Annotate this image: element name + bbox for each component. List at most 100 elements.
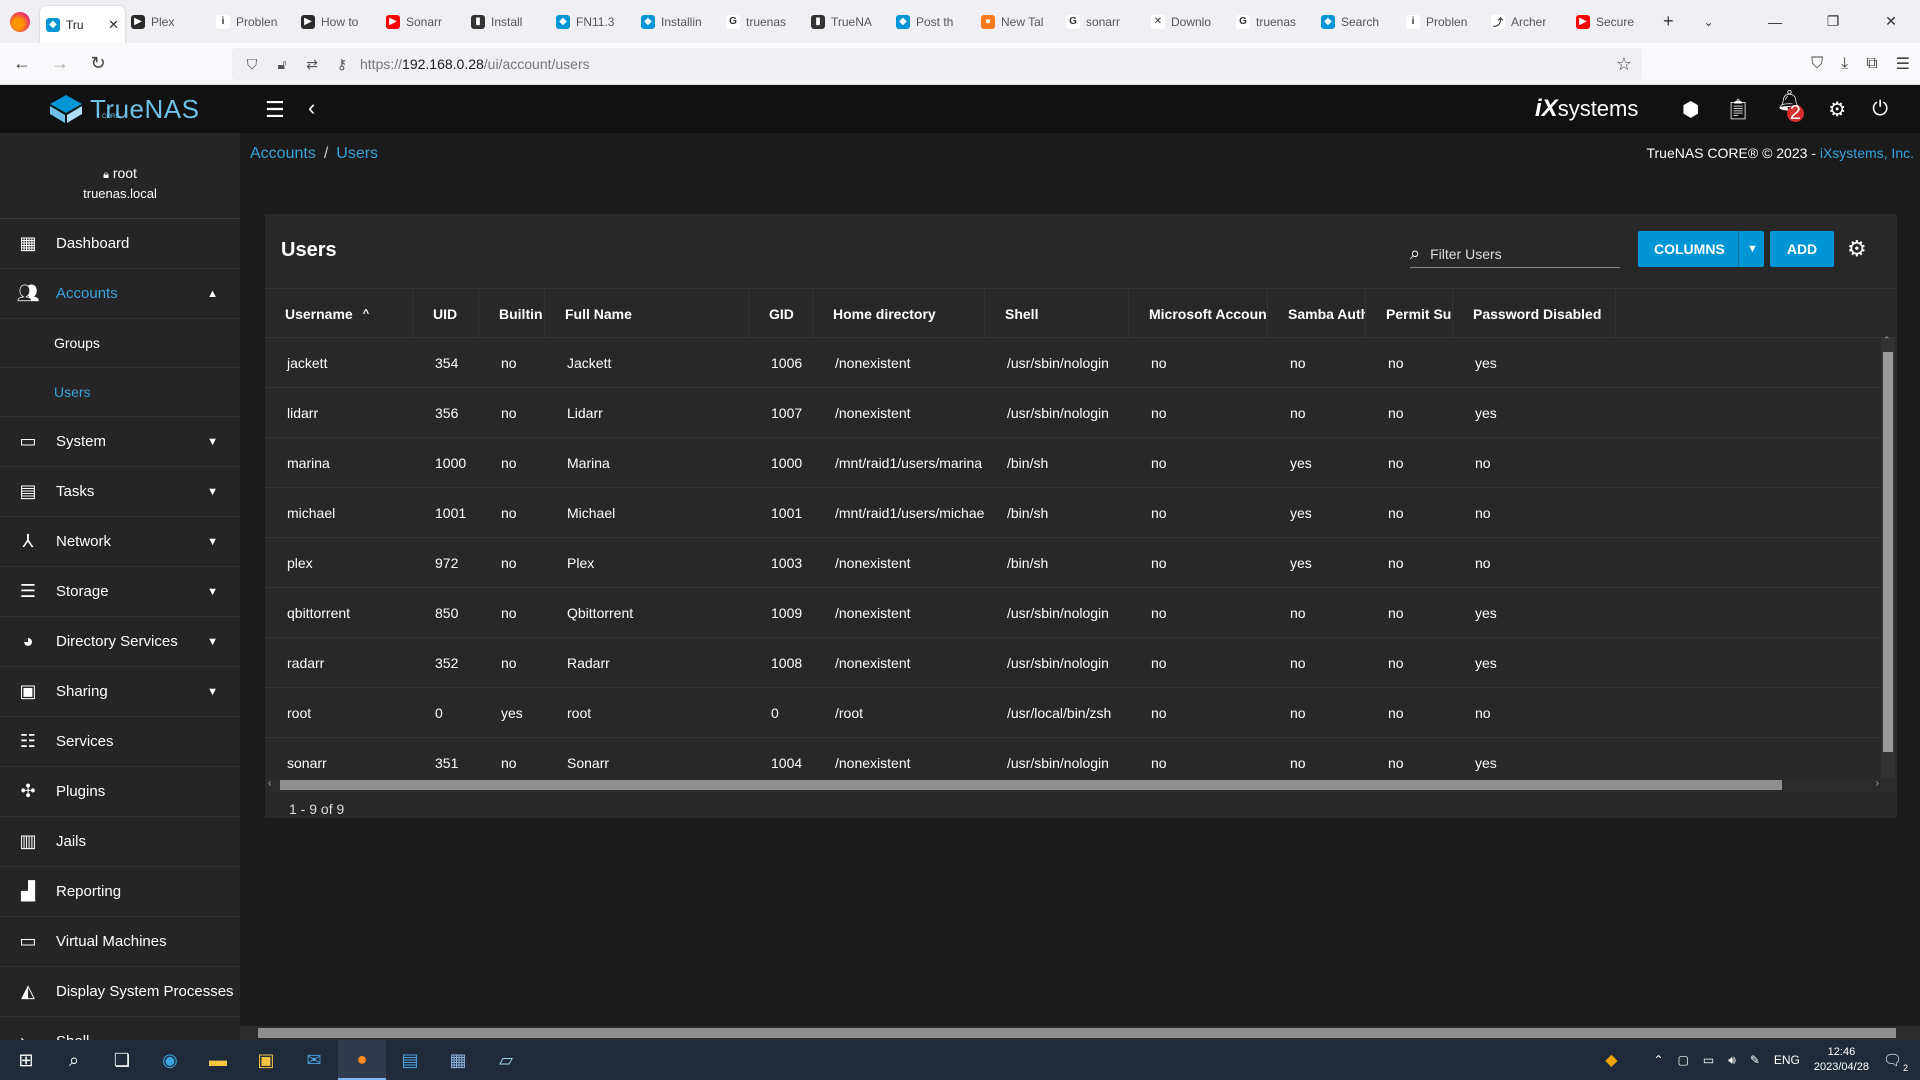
sidebar-item-services[interactable]: ☷ Services [0,717,240,767]
sidebar-item-system[interactable]: ▭ System ▼ [0,417,240,467]
network-tray-icon[interactable]: ▭ [1703,1053,1714,1067]
caret-down-icon[interactable]: ▼ [207,636,218,648]
sidebar-item-sharing[interactable]: ▣ Sharing ▼ [0,667,240,717]
browser-tab[interactable]: ◆ Tru ✕ [40,6,125,43]
file-explorer-icon[interactable]: ▬ [194,1040,242,1080]
vertical-scroll-thumb[interactable] [1883,352,1893,752]
forward-nav-icon[interactable]: → [44,48,76,80]
copyright-link[interactable]: iXsystems, Inc. [1820,145,1914,161]
browser-tab[interactable]: ▶ How to [295,0,380,43]
truecommand-icon[interactable]: ⬢ [1682,97,1699,122]
scroll-up-icon[interactable]: ⌃ [1883,335,1891,346]
browser-tab[interactable]: ▮ TrueNA [805,0,890,43]
pen-icon[interactable]: ✎ [1750,1053,1760,1067]
sidebar-item-plugins[interactable]: ✣ Plugins [0,767,240,817]
sidebar-item-reporting[interactable]: ▟ Reporting [0,867,240,917]
column-header[interactable]: Builtin [479,289,545,339]
sidebar-item-tasks[interactable]: ▤ Tasks ▼ [0,467,240,517]
volume-icon[interactable]: 🔊︎ [1728,1053,1736,1068]
column-header[interactable]: UID [413,289,479,339]
browser-tab[interactable]: ⤴ Archer [1485,0,1570,43]
new-tab-icon[interactable]: + [1663,11,1674,32]
table-row[interactable]: lidarr 356 no Lidarr 1007/nonexistent/usr/sb… [265,388,1885,438]
extensions-icon[interactable]: ⧉ [1866,55,1877,73]
column-header[interactable]: Samba Authent [1268,289,1366,339]
downloads-icon[interactable]: ⤓ [1841,55,1848,73]
url-bar[interactable]: ⛉ 🔓︎ ⇄ ⚷ https://192.168.0.28/ui/account… [232,48,1642,80]
column-header[interactable]: Microsoft Account [1129,289,1268,339]
app-taskbar-icon[interactable]: ▤ [386,1040,434,1080]
table-row[interactable]: root 0 yes root 0/root/usr/local/bin/zsh no no… [265,688,1885,738]
browser-tab[interactable]: Gtruenas [720,0,805,43]
browser-tab[interactable]: ◆ Search [1315,0,1400,43]
notifications-icon[interactable]: 🔔︎ 2 [1777,88,1804,130]
app-menu-icon[interactable]: ☰ [1896,54,1910,74]
page-scroll-thumb[interactable] [258,1028,1896,1038]
browser-tab[interactable]: ▶ Plex [125,0,210,43]
browser-tab[interactable]: ● New Tal [975,0,1060,43]
windows-start-icon[interactable]: ⊞ [2,1040,50,1080]
restore-icon[interactable]: ❐ [1804,0,1862,43]
browser-tab[interactable]: ▶ Sonarr [380,0,465,43]
column-header[interactable]: GID [749,289,813,339]
caret-down-icon[interactable]: ▼ [207,586,218,598]
lock-insecure-icon[interactable]: 🔓︎ [272,56,292,73]
browser-tab[interactable]: ✕ Downlo [1145,0,1230,43]
security-warning-icon[interactable]: ◆ [1605,1050,1617,1070]
column-header[interactable]: Home directory [813,289,985,339]
breadcrumb-users[interactable]: Users [336,145,378,162]
table-row[interactable]: michael 1001 no Michael 1001/mnt/raid1/users… [265,488,1885,538]
back-nav-icon[interactable]: ← [6,48,38,80]
sidebar-subitem-users[interactable]: Users [0,368,240,417]
columns-dropdown-icon[interactable]: ▼ [1738,231,1758,267]
truenas-logo[interactable]: TrueNAS [48,93,199,125]
menu-toggle-icon[interactable]: ☰ [265,97,285,123]
column-header[interactable]: Password Disabled [1453,289,1616,339]
column-header[interactable]: Full Name [545,289,749,339]
language-indicator[interactable]: ENG [1774,1053,1800,1067]
scroll-right-icon[interactable]: › [1876,778,1879,789]
tray-chevron-icon[interactable]: ⌃ [1654,1053,1664,1067]
sidebar-item-storage[interactable]: ☰ Storage ▼ [0,567,240,617]
caret-down-icon[interactable]: ▼ [207,686,218,698]
firefox-taskbar-icon[interactable]: ● [338,1040,386,1080]
power-icon[interactable]: ⏻ [1872,98,1888,121]
column-header[interactable]: Username ^ [265,289,413,339]
caret-down-icon[interactable]: ▼ [207,436,218,448]
action-center-icon[interactable]: 🗨︎ 2 [1883,1051,1908,1073]
table-row[interactable]: plex 972 no Plex 1003/nonexistent/bin/sh no ye… [265,538,1885,588]
url-text[interactable]: https://192.168.0.28/ui/account/users [360,56,590,72]
table-row[interactable]: radarr 352 no Radarr 1008/nonexistent/usr/sb… [265,638,1885,688]
page-horizontal-scrollbar[interactable] [240,1026,1920,1040]
search-taskbar-icon[interactable]: ⌕ [50,1040,98,1080]
clock[interactable]: 12:46 2023/04/28 [1814,1045,1869,1075]
task-view-icon[interactable]: ❏ [98,1040,146,1080]
browser-tab[interactable]: ◆ FN11.3 [550,0,635,43]
bookmark-star-icon[interactable]: ☆ [1616,54,1632,75]
edge-icon[interactable]: ◉ [146,1040,194,1080]
browser-tab[interactable]: ◆ Installin [635,0,720,43]
close-tab-icon[interactable]: ✕ [108,17,119,33]
sidebar-item-directory-services[interactable]: ◕ Directory Services ▼ [0,617,240,667]
horizontal-scrollbar[interactable]: ‹ › [265,778,1897,792]
reload-icon[interactable]: ↻ [82,48,114,80]
table-row[interactable]: sonarr 351 no Sonarr 1004/nonexistent/usr/sb… [265,738,1885,778]
minimize-icon[interactable]: — [1746,0,1804,43]
table-row[interactable]: qbittorrent 850 no Qbittorrent 1009/nonexist… [265,588,1885,638]
browser-tab[interactable]: ◆ Post th [890,0,975,43]
table-row[interactable]: jackett 354 no Jackett 1006/nonexistent/usr/… [265,338,1885,388]
browser-tab[interactable]: Gsonarr [1060,0,1145,43]
columns-button[interactable]: COLUMNS ▼ [1638,231,1764,267]
browser-tab[interactable]: i Problen [210,0,295,43]
browser-tab[interactable]: ▮ Install [465,0,550,43]
browser-tab[interactable]: Gtruenas [1230,0,1315,43]
settings-icon[interactable]: ⚙ [1828,97,1846,122]
table-settings-icon[interactable]: ⚙ [1847,236,1867,262]
task-manager-icon[interactable]: 📋︎ [1725,97,1750,122]
tray-app-icon[interactable]: ▢ [1678,1053,1689,1067]
add-user-button[interactable]: ADD [1770,231,1834,267]
caret-up-icon[interactable]: ▲ [207,288,218,300]
sidebar-item-dashboard[interactable]: ▦ Dashboard [0,219,240,269]
breadcrumb-accounts[interactable]: Accounts [250,145,316,162]
store-icon[interactable]: ▣ [242,1040,290,1080]
